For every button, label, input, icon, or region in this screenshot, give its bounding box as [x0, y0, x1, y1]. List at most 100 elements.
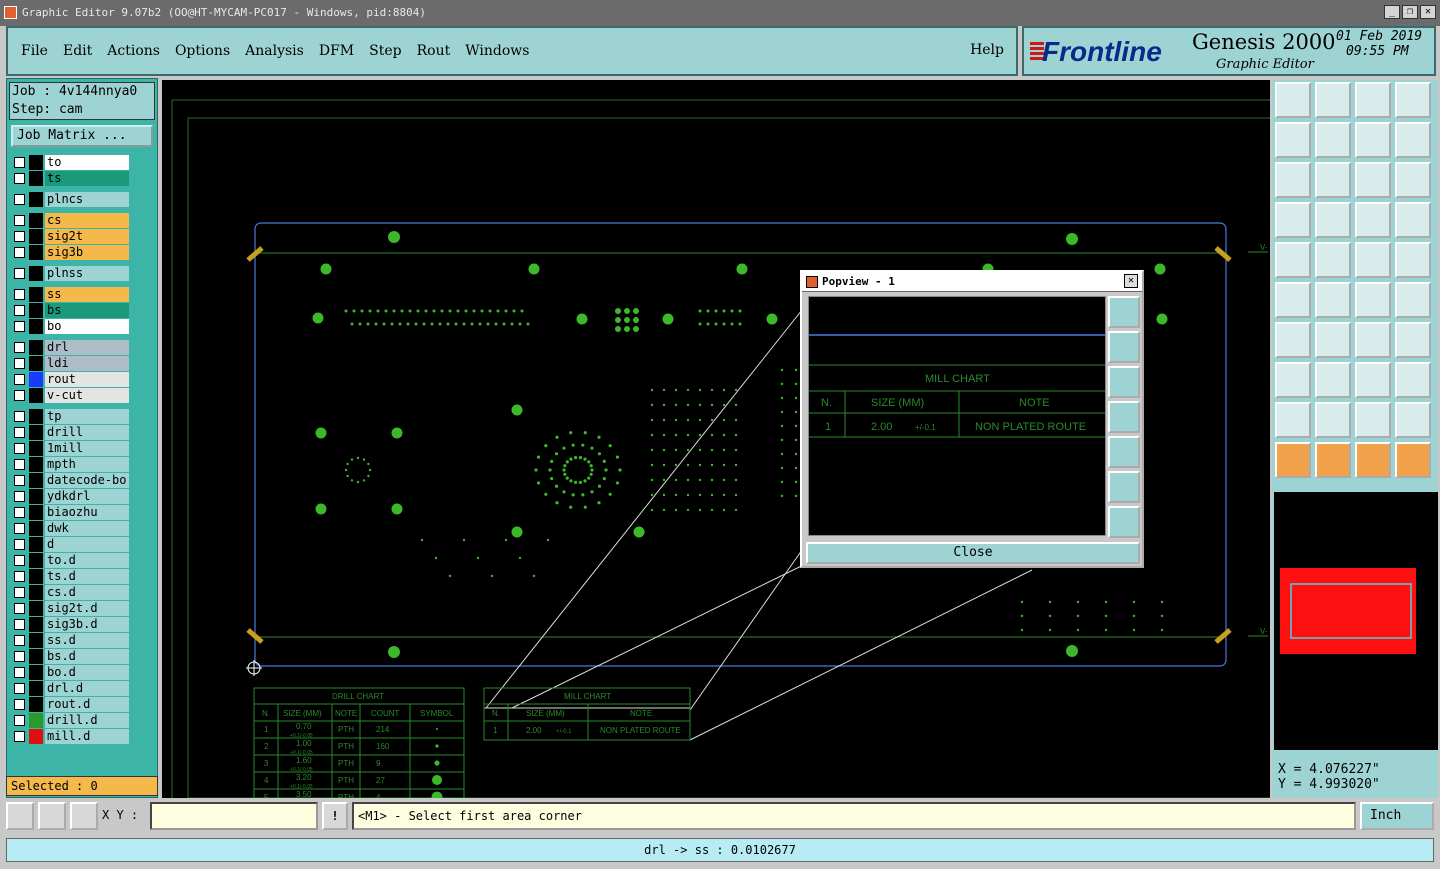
triangle-d-icon[interactable] — [1395, 402, 1431, 438]
menu-options[interactable]: Options — [175, 43, 230, 59]
zoom-xy-icon[interactable] — [1395, 82, 1431, 118]
layer-row-cs.d[interactable]: cs.d — [11, 585, 129, 600]
layer-row-cs[interactable]: cs — [11, 213, 129, 228]
split-icon[interactable] — [1315, 362, 1351, 398]
layer-name[interactable]: bo — [45, 319, 129, 334]
layer-checkbox[interactable] — [14, 539, 25, 550]
layer-row-v-cut[interactable]: v-cut — [11, 388, 129, 403]
layer-name[interactable]: v-cut — [45, 388, 129, 403]
snap-icon[interactable] — [6, 802, 34, 830]
layer-name[interactable]: sig3b — [45, 245, 129, 260]
layer-name[interactable]: to — [45, 155, 129, 170]
layer-name[interactable]: bo.d — [45, 665, 129, 680]
pointer-path-icon[interactable] — [1395, 442, 1431, 478]
layer-checkbox[interactable] — [14, 321, 25, 332]
menu-rout[interactable]: Rout — [417, 43, 451, 59]
layer-name[interactable]: cs.d — [45, 585, 129, 600]
popview-zoom-in-icon[interactable] — [1108, 471, 1140, 503]
layer-row-ydkdrl[interactable]: ydkdrl — [11, 489, 129, 504]
layer-name[interactable]: biaozhu — [45, 505, 129, 520]
layer-name[interactable]: mill.d — [45, 729, 129, 744]
xy-input[interactable] — [150, 802, 318, 830]
menu-step[interactable]: Step — [369, 43, 401, 59]
layer-row-drill[interactable]: drill — [11, 425, 129, 440]
layer-checkbox[interactable] — [14, 587, 25, 598]
ruler-icon[interactable] — [1355, 242, 1391, 278]
zoom-fit-icon[interactable] — [1275, 162, 1311, 198]
layer-checkbox[interactable] — [14, 374, 25, 385]
popview-pan-down-icon[interactable] — [1108, 366, 1140, 398]
layer-name[interactable]: cs — [45, 213, 129, 228]
layer-name[interactable]: d — [45, 537, 129, 552]
copy-icon[interactable] — [1395, 362, 1431, 398]
layer-row-1mill[interactable]: 1mill — [11, 441, 129, 456]
popview-close-button[interactable]: Close — [806, 542, 1140, 564]
layer-name[interactable]: sig2t.d — [45, 601, 129, 616]
layer-row-sig3b[interactable]: sig3b — [11, 245, 129, 260]
layer-name[interactable]: sig2t — [45, 229, 129, 244]
layer-checkbox[interactable] — [14, 491, 25, 502]
layer-checkbox[interactable] — [14, 157, 25, 168]
layer-checkbox[interactable] — [14, 523, 25, 534]
layer-row-plnss[interactable]: plnss — [11, 266, 129, 281]
layer-name[interactable]: ydkdrl — [45, 489, 129, 504]
overview-preview[interactable] — [1274, 492, 1438, 750]
pointer-circle-icon[interactable] — [1355, 442, 1391, 478]
layer-row-to.d[interactable]: to.d — [11, 553, 129, 568]
layer-checkbox[interactable] — [14, 173, 25, 184]
arc-icon[interactable] — [1355, 322, 1391, 358]
layer-checkbox[interactable] — [14, 731, 25, 742]
layer-checkbox[interactable] — [14, 667, 25, 678]
layer-name[interactable]: drl — [45, 340, 129, 355]
layer-name[interactable]: dwk — [45, 521, 129, 536]
layer-name[interactable]: tp — [45, 409, 129, 424]
zoom-home-icon[interactable] — [1315, 82, 1351, 118]
layer-checkbox[interactable] — [14, 619, 25, 630]
layer-checkbox[interactable] — [14, 603, 25, 614]
layer-name[interactable]: datecode-bo — [45, 473, 129, 488]
layer-row-mpth[interactable]: mpth — [11, 457, 129, 472]
close-window-button[interactable]: ✕ — [1420, 5, 1436, 19]
layer-name[interactable]: mpth — [45, 457, 129, 472]
move-icon[interactable] — [1355, 362, 1391, 398]
layer-name[interactable]: 1mill — [45, 441, 129, 456]
pan-right-icon[interactable] — [1315, 122, 1351, 158]
layer-row-dwk[interactable]: dwk — [11, 521, 129, 536]
layer-row-sig2t.d[interactable]: sig2t.d — [11, 601, 129, 616]
menu-file[interactable]: File — [21, 43, 48, 59]
scale-1to1-icon[interactable] — [1355, 162, 1391, 198]
triangle-c-icon[interactable] — [1355, 402, 1391, 438]
layer-row-ss.d[interactable]: ss.d — [11, 633, 129, 648]
layer-row-rout.d[interactable]: rout.d — [11, 697, 129, 712]
layer-row-ts.d[interactable]: ts.d — [11, 569, 129, 584]
layer-checkbox[interactable] — [14, 342, 25, 353]
layer-checkbox[interactable] — [14, 571, 25, 582]
popview-canvas[interactable]: MILL CHART N. SIZE (MM) NOTE 1 2.00 +/-0… — [808, 296, 1106, 536]
popview-pan-up-icon[interactable] — [1108, 331, 1140, 363]
layer-row-sig3b.d[interactable]: sig3b.d — [11, 617, 129, 632]
layer-row-d[interactable]: d — [11, 537, 129, 552]
pad-icon[interactable] — [1395, 242, 1431, 278]
layer-checkbox[interactable] — [14, 231, 25, 242]
edit-snap-icon[interactable] — [1275, 362, 1311, 398]
line-tool-icon[interactable] — [1315, 322, 1351, 358]
layer-name[interactable]: ss.d — [45, 633, 129, 648]
layer-row-plncs[interactable]: plncs — [11, 192, 129, 207]
connect-icon[interactable] — [1275, 282, 1311, 318]
layer-name[interactable]: to.d — [45, 553, 129, 568]
layer-row-datecode-bo[interactable]: datecode-bo — [11, 473, 129, 488]
menu-windows[interactable]: Windows — [465, 43, 529, 59]
layer-row-rout[interactable]: rout — [11, 372, 129, 387]
layer-row-to[interactable]: to — [11, 155, 129, 170]
layer-checkbox[interactable] — [14, 194, 25, 205]
layer-checkbox[interactable] — [14, 555, 25, 566]
text-tool-icon[interactable] — [1395, 322, 1431, 358]
pan-center-icon[interactable] — [1355, 122, 1391, 158]
layer-row-drl.d[interactable]: drl.d — [11, 681, 129, 696]
menu-help[interactable]: Help — [970, 42, 1004, 58]
pointer-select-icon[interactable] — [1315, 442, 1351, 478]
home-icon[interactable] — [1275, 82, 1311, 118]
layer-row-drill.d[interactable]: drill.d — [11, 713, 129, 728]
layer-row-biaozhu[interactable]: biaozhu — [11, 505, 129, 520]
snap-center-icon[interactable] — [1395, 202, 1431, 238]
